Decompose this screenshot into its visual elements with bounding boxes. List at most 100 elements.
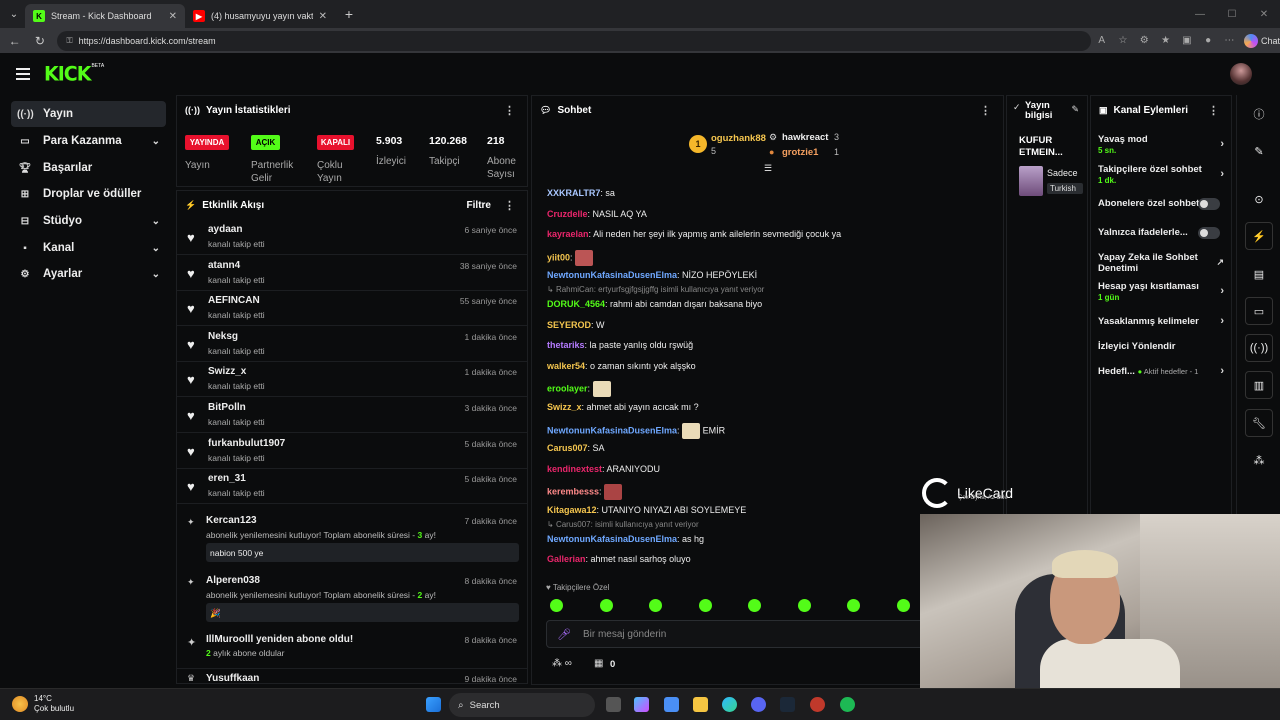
tab-kick-dashboard[interactable]: K Stream - Kick Dashboard ✕ (25, 4, 185, 28)
tab-youtube[interactable]: ▶ (4) husamyuyu yayın vakti 12 - Yo ✕ (185, 4, 335, 28)
reload-button[interactable]: ↻ (29, 30, 50, 52)
ai-moderation-item[interactable]: Yapay Zeka ile Sohbet Denetimi ↗ (1098, 252, 1224, 274)
slow-mode-item[interactable]: Yavaş mod 5 sn. › (1098, 134, 1226, 156)
layout-icon[interactable]: ▥ (1245, 371, 1273, 399)
copilot-icon[interactable] (634, 697, 649, 712)
windows-start-icon[interactable] (426, 697, 441, 712)
category-name[interactable]: Sadece (1047, 168, 1081, 178)
back-button[interactable]: ← (4, 30, 25, 52)
chat-username[interactable]: kendinextest (547, 464, 602, 474)
hamburger-menu-icon[interactable] (16, 68, 30, 80)
document-icon[interactable]: ▤ (1245, 260, 1273, 288)
more-menu-icon[interactable]: ⋯ (1219, 35, 1240, 46)
sidebar-item-para-kazanma[interactable]: ▭ Para Kazanma ⌄ (11, 128, 166, 154)
kick-logo[interactable]: KICK (44, 62, 91, 85)
store-icon[interactable] (664, 697, 679, 712)
weather-widget[interactable]: 14°C Çok bulutlu (12, 694, 74, 714)
chat-username[interactable]: Kitagawa12 (547, 505, 597, 515)
sidebar-item-studyo[interactable]: ⊟ Stüdyo ⌄ (11, 208, 166, 234)
emote-icon[interactable] (847, 599, 861, 612)
minimize-icon[interactable]: — (1184, 0, 1216, 28)
copilot-chat-button[interactable]: Chat (1243, 33, 1280, 48)
tag-badge[interactable]: Turkish (1047, 183, 1083, 194)
emote-icon[interactable] (698, 599, 712, 612)
chat-username[interactable]: Carus007 (547, 443, 588, 453)
banned-words-item[interactable]: Yasaklanmış kelimeler › (1098, 316, 1226, 328)
close-icon[interactable]: ✕ (169, 11, 177, 22)
filter-lines-icon[interactable]: ☰ (764, 163, 772, 174)
new-tab-button[interactable]: + (339, 4, 359, 24)
chat-username[interactable]: yiit00 (547, 252, 570, 262)
raid-item[interactable]: İzleyici Yönlendir (1098, 341, 1226, 352)
event-username[interactable]: Neksg (208, 331, 238, 342)
more-options-icon[interactable]: ⋮ (1208, 104, 1219, 117)
emote-icon[interactable] (896, 599, 910, 612)
subs-only-toggle[interactable] (1198, 198, 1220, 210)
discord-icon[interactable] (751, 697, 766, 712)
top-chatter-name[interactable]: oguzhank88 (711, 133, 766, 144)
event-username[interactable]: AEFINCAN (208, 295, 260, 306)
sidebar-item-yayin[interactable]: ((·)) Yayın (11, 101, 166, 127)
emote-icon[interactable] (550, 599, 563, 612)
target-icon[interactable]: ⊙ (1245, 185, 1273, 213)
chat-username[interactable]: walker54 (547, 361, 585, 371)
profile-icon[interactable]: ● (1197, 35, 1218, 46)
emote-icon[interactable] (797, 599, 811, 612)
event-username[interactable]: BitPolln (208, 402, 246, 413)
chat-username[interactable]: eroolayer (547, 384, 588, 394)
top-chatter-name[interactable]: hawkreact (782, 132, 828, 143)
edge-icon[interactable] (722, 697, 737, 712)
infinity-icon[interactable]: ⁂ ∞ (552, 658, 572, 669)
more-options-icon[interactable]: ⋮ (504, 104, 515, 117)
event-username[interactable]: Yusuffkaan (206, 673, 259, 683)
edit-icon[interactable]: ✎ (1071, 104, 1079, 115)
event-username[interactable]: Alperen038 (206, 575, 260, 586)
collections-icon[interactable]: ▣ (1176, 35, 1197, 46)
chat-username[interactable]: Swizz_x (547, 402, 582, 412)
microphone-icon[interactable]: 🎤︎ (557, 628, 571, 641)
lightning-icon[interactable]: ⚡ (1245, 222, 1273, 250)
chat-username[interactable]: DORUK_4564 (547, 299, 605, 309)
sidebar-item-kanal[interactable]: ▪ Kanal ⌄ (11, 235, 166, 261)
close-window-icon[interactable]: ✕ (1248, 0, 1280, 28)
chat-username[interactable]: NewtonunKafasinaDusenElma (547, 425, 677, 435)
pencil-icon[interactable]: ✎ (1245, 137, 1273, 165)
emote-icon[interactable] (748, 599, 762, 612)
more-options-icon[interactable]: ⋮ (504, 199, 515, 212)
community-icon[interactable]: ⁂ (1245, 446, 1273, 474)
sidebar-item-droplar[interactable]: ⊞ Droplar ve ödüller (11, 181, 166, 207)
followers-only-item[interactable]: Takipçilere özel sohbet 1 dk. › (1098, 164, 1226, 186)
emotes-only-toggle[interactable] (1198, 227, 1220, 239)
goals-item[interactable]: Hedefl... ● Aktif hedefler - 1 › (1098, 366, 1226, 378)
wrench-icon[interactable]: 🔧︎ (1245, 409, 1273, 437)
extensions-icon[interactable]: ⚙ (1134, 35, 1155, 46)
favorites-icon[interactable]: ★ (1155, 35, 1176, 46)
store-icon[interactable]: ▦ (594, 658, 603, 669)
file-explorer-icon[interactable] (693, 697, 708, 712)
event-username[interactable]: Kercan123 (206, 515, 257, 526)
chat-username[interactable]: SEYEROD (547, 320, 591, 330)
sidebar-item-ayarlar[interactable]: ⚙ Ayarlar ⌄ (11, 261, 166, 287)
obs-icon[interactable] (810, 697, 825, 712)
chat-username[interactable]: thetariks (547, 340, 585, 350)
top-chatter-name[interactable]: grotzie1 (782, 147, 818, 158)
maximize-icon[interactable]: ☐ (1216, 0, 1248, 28)
emote-icon[interactable] (599, 599, 613, 612)
chat-icon[interactable]: ▭ (1245, 297, 1273, 325)
chat-input[interactable]: 🎤︎ Bir mesaj gönderin (546, 620, 926, 648)
event-username[interactable]: Swizz_x (208, 366, 246, 377)
chat-username[interactable]: kerembesss (547, 487, 599, 497)
event-username[interactable]: eren_31 (208, 473, 246, 484)
chat-username[interactable]: Gallerian (547, 554, 586, 564)
broadcast-icon[interactable]: ((·)) (1245, 334, 1273, 362)
account-age-item[interactable]: Hesap yaşı kısıtlaması 1 gün › (1098, 281, 1226, 303)
task-view-icon[interactable] (606, 697, 621, 712)
close-icon[interactable]: ✕ (319, 11, 327, 22)
category-thumbnail[interactable] (1019, 166, 1043, 196)
chat-username[interactable]: XXKRALTR7 (547, 188, 600, 198)
event-username[interactable]: furkanbulut1907 (208, 438, 285, 449)
chat-username[interactable]: kayraelan (547, 229, 589, 239)
site-info-icon[interactable]: ⚿ (67, 36, 73, 46)
favorite-star-icon[interactable]: ☆ (1112, 35, 1133, 46)
sidebar-item-basarilar[interactable]: 🏆︎ Başarılar (11, 155, 166, 181)
